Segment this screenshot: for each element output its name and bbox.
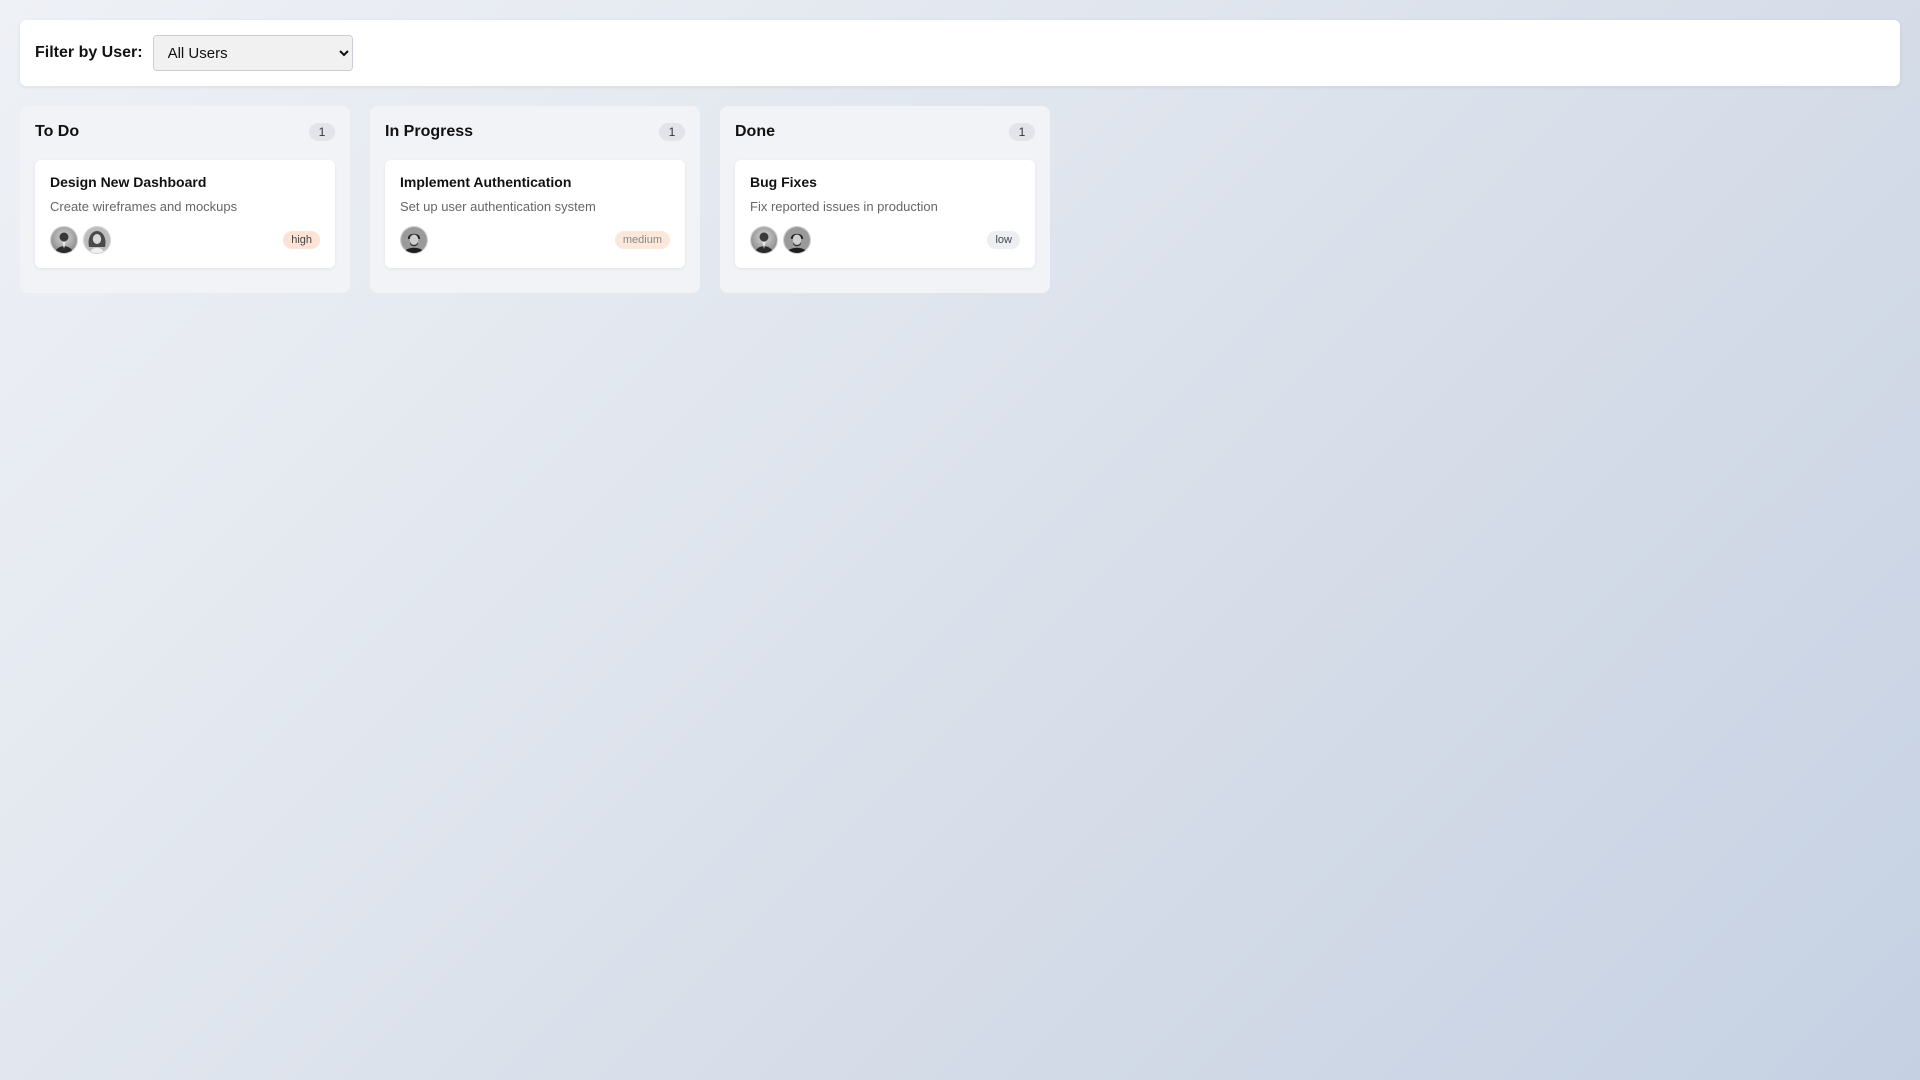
column-header: In Progress 1 <box>385 120 685 144</box>
kanban-board: To Do 1 Design New Dashboard Create wire… <box>20 106 1050 293</box>
task-description: Create wireframes and mockups <box>50 199 238 214</box>
column-header: Done 1 <box>735 120 1035 144</box>
priority-badge: high <box>283 231 320 249</box>
filter-label: Filter by User: <box>35 44 143 61</box>
priority-badge: medium <box>614 231 670 249</box>
assignee-avatars <box>50 226 111 254</box>
task-card[interactable]: Design New Dashboard Create wireframes a… <box>35 160 335 268</box>
task-footer: low <box>750 226 1020 254</box>
task-title: Design New Dashboard <box>50 174 207 190</box>
user-avatar-1[interactable] <box>50 226 78 254</box>
column-title: To Do <box>35 123 80 140</box>
task-description: Fix reported issues in production <box>750 199 938 214</box>
assignee-avatars <box>400 226 428 254</box>
filter-bar: Filter by User: All Users <box>20 20 1900 86</box>
user-avatar-1[interactable] <box>750 226 778 254</box>
task-footer: medium <box>400 226 670 254</box>
assignee-avatars <box>750 226 811 254</box>
column-in-progress: In Progress 1 Implement Authentication S… <box>370 106 700 293</box>
column-title: In Progress <box>385 123 474 140</box>
task-card[interactable]: Implement Authentication Set up user aut… <box>385 160 685 268</box>
column-count-badge: 1 <box>1009 123 1035 141</box>
user-filter-select[interactable]: All Users <box>152 35 353 71</box>
column-title: Done <box>735 123 775 140</box>
column-count-badge: 1 <box>659 123 685 141</box>
task-title: Implement Authentication <box>400 174 572 190</box>
column-header: To Do 1 <box>35 120 335 144</box>
user-avatar-3[interactable] <box>400 226 428 254</box>
column-done: Done 1 Bug Fixes Fix reported issues in … <box>720 106 1050 293</box>
user-avatar-2[interactable] <box>83 226 111 254</box>
task-description: Set up user authentication system <box>400 199 596 214</box>
priority-badge: low <box>987 231 1020 249</box>
task-title: Bug Fixes <box>750 174 817 190</box>
task-footer: high <box>50 226 320 254</box>
column-todo: To Do 1 Design New Dashboard Create wire… <box>20 106 350 293</box>
user-avatar-3[interactable] <box>783 226 811 254</box>
column-count-badge: 1 <box>309 123 335 141</box>
kanban-page: Filter by User: All Users To Do 1 Design… <box>0 0 1920 1080</box>
task-card[interactable]: Bug Fixes Fix reported issues in product… <box>735 160 1035 268</box>
